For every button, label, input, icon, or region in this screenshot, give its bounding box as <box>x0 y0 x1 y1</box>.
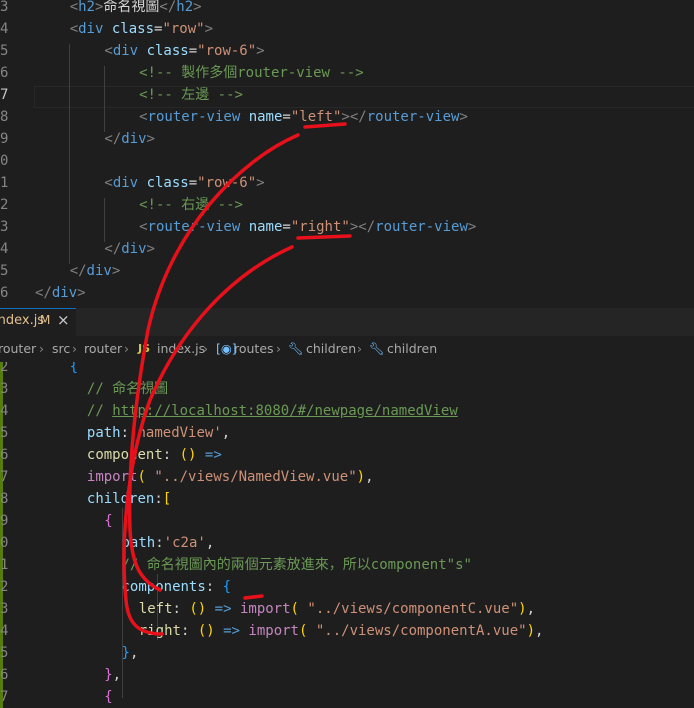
red-annotation-scribble <box>122 122 352 636</box>
